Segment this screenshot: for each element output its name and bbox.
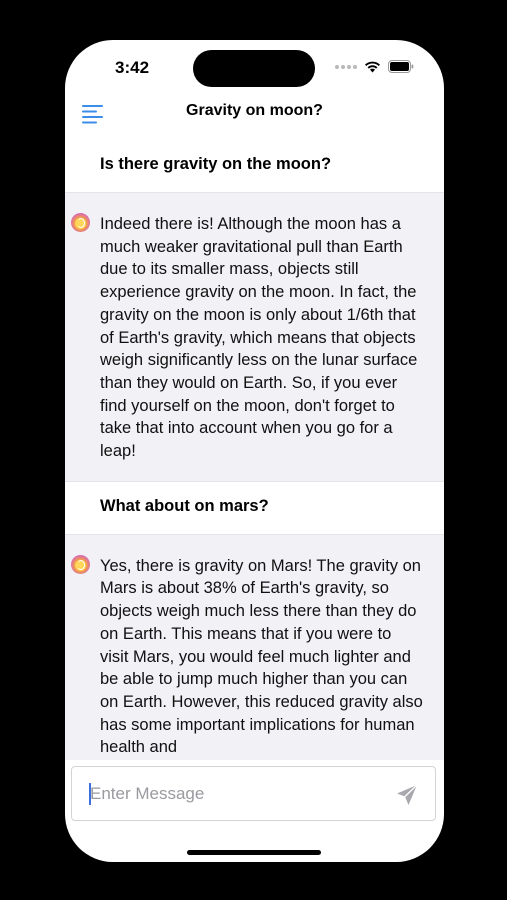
bot-avatar-icon — [71, 554, 90, 574]
battery-icon — [388, 60, 414, 73]
bot-avatar-icon — [71, 213, 90, 232]
assistant-message: Yes, there is gravity on Mars! The gravi… — [65, 533, 444, 760]
text-caret — [89, 783, 91, 805]
status-time: 3:42 — [115, 58, 150, 77]
user-message: What about on mars? — [65, 481, 444, 534]
nav-bar: Gravity on moon? — [65, 96, 444, 132]
user-message: Is there gravity on the moon? — [65, 140, 444, 192]
assistant-message: Indeed there is! Although the moon has a… — [65, 192, 444, 482]
assistant-message-text: Indeed there is! Although the moon has a… — [100, 215, 418, 461]
phone-screen: 3:42 Gravity on moon? Is there gravity o… — [65, 40, 444, 862]
assistant-message-text: Yes, there is gravity on Mars! The gravi… — [100, 556, 423, 757]
status-icons — [335, 60, 414, 73]
send-button[interactable] — [395, 783, 419, 807]
conversation-title: Gravity on moon? — [186, 102, 323, 119]
chat-thread[interactable]: Is there gravity on the moon? Indeed the… — [65, 140, 444, 760]
home-indicator — [187, 850, 321, 855]
send-icon — [397, 784, 418, 805]
dynamic-island — [193, 50, 315, 87]
wifi-icon — [365, 61, 380, 73]
status-bar: 3:42 — [65, 40, 444, 98]
signal-icon — [335, 64, 357, 69]
message-composer — [71, 766, 436, 821]
message-input[interactable] — [90, 781, 380, 807]
